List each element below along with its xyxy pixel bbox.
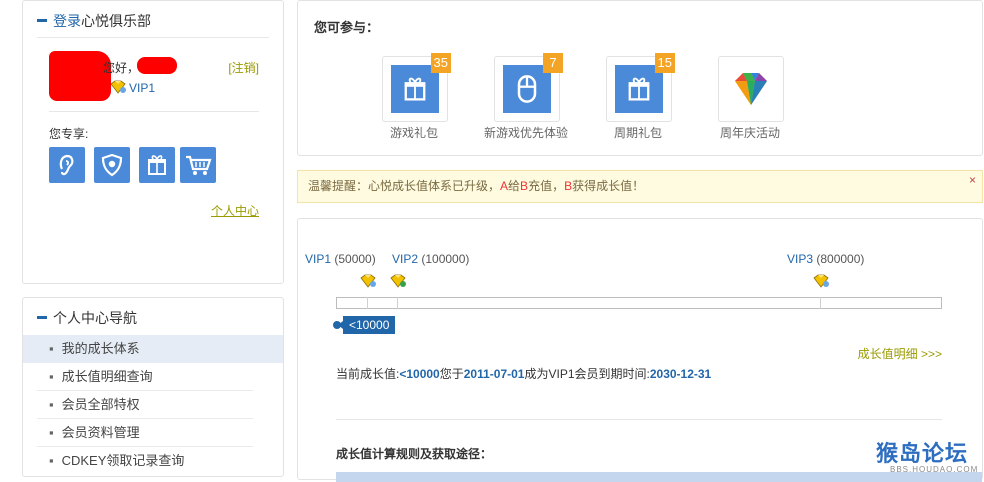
- count-badge: 15: [654, 53, 675, 73]
- vip-level-value: (100000): [421, 252, 470, 266]
- collapse-dash-icon: [37, 315, 47, 319]
- collapse-dash-icon: [37, 18, 47, 22]
- vip-milestone: VIP1 (50000): [305, 252, 376, 266]
- vip-diamond-icon: [359, 274, 377, 291]
- login-link[interactable]: 登录: [53, 13, 81, 29]
- nav-item-label: 会员全部特权: [61, 397, 140, 412]
- vip-level-name: VIP1: [305, 252, 332, 266]
- nav-title-label: 个人中心导航: [53, 310, 137, 326]
- avatar: [49, 51, 111, 101]
- personal-center-link[interactable]: 个人中心: [211, 202, 259, 219]
- nav-item-label: CDKEY领取记录查询: [61, 453, 185, 468]
- current-value-tag: <10000: [337, 316, 396, 334]
- watermark-logo: 猴岛论坛 BBS.HOUDAO.COM: [876, 436, 980, 474]
- vip-milestone: VIP3 (800000): [787, 252, 864, 266]
- close-icon[interactable]: ×: [969, 165, 976, 196]
- club-name: 心悦俱乐部: [81, 13, 151, 29]
- milestone-tick: [397, 297, 398, 309]
- divider: [37, 37, 269, 38]
- greeting: 您好，: [103, 61, 140, 75]
- nav-item-privileges[interactable]: ▪ 会员全部特权: [23, 391, 283, 419]
- vip-diamond-icon: [389, 274, 407, 291]
- vip-diamond-icon: [109, 80, 127, 97]
- activity-periodic-gift[interactable]: 15: [606, 53, 675, 122]
- nav-item-growth-system[interactable]: ▪ 我的成长体系: [23, 335, 283, 363]
- growth-status: 当前成长值:<10000您于2011-07-01成为VIP1会员到期时间:203…: [336, 365, 711, 382]
- vip-level-name: VIP3: [787, 252, 814, 266]
- vip-milestone: VIP2 (100000): [392, 252, 469, 266]
- nav-item-label: 会员资料管理: [61, 425, 140, 440]
- divider: [49, 111, 259, 112]
- status-text: 成为VIP1会员到期时间:: [524, 367, 650, 381]
- nav-item-cdkey[interactable]: ▪ CDKEY领取记录查询: [23, 447, 283, 475]
- exclusive-label: 您专享:: [49, 127, 89, 141]
- participate-panel: 您可参与： 35 游戏礼包 7 新游戏优先体验 15 周期礼包 周年庆活动: [297, 0, 983, 156]
- participate-title: 您可参与：: [314, 20, 380, 35]
- username: [137, 57, 177, 74]
- vip-level: VIP1: [129, 81, 156, 95]
- growth-progress-bar: [336, 297, 942, 309]
- activity-game-gift[interactable]: 35: [382, 53, 451, 122]
- activity-label: 周年庆活动: [719, 126, 780, 140]
- cart-icon[interactable]: [180, 147, 216, 183]
- count-badge: 35: [430, 53, 451, 73]
- watermark-subtext: BBS.HOUDAO.COM: [890, 465, 979, 474]
- login-panel: 登录心悦俱乐部 您好， [注销] VIP1 您专享: 个人中心: [22, 0, 284, 284]
- gift-icon[interactable]: [139, 147, 175, 183]
- vip-level-value: (800000): [816, 252, 865, 266]
- logout-link[interactable]: [注销]: [228, 59, 259, 76]
- status-value: <10000: [399, 367, 440, 381]
- shield-icon[interactable]: [94, 147, 130, 183]
- nav-item-profile[interactable]: ▪ 会员资料管理: [23, 419, 283, 447]
- notice-highlight: B: [564, 179, 573, 193]
- nav-item-label: 成长值明细查询: [61, 369, 153, 384]
- rules-title: 成长值计算规则及获取途径：: [336, 447, 493, 461]
- diamond-icon: [727, 65, 775, 113]
- nav-item-label: 我的成长体系: [61, 341, 140, 356]
- status-expire-date: 2030-12-31: [649, 367, 712, 381]
- notice-text: 温馨提醒：心悦成长值体系已升级，: [308, 179, 501, 193]
- ear-service-icon[interactable]: [49, 147, 85, 183]
- activity-label: 游戏礼包: [389, 126, 438, 140]
- activity-anniversary[interactable]: [718, 56, 784, 122]
- notice-highlight: B: [520, 179, 529, 193]
- status-date: 2011-07-01: [463, 367, 525, 381]
- activity-label: 新游戏优先体验: [483, 126, 568, 140]
- nav-panel: 个人中心导航 ▪ 我的成长体系 ▪ 成长值明细查询 ▪ 会员全部特权 ▪ 会员资料管理 …: [22, 297, 284, 477]
- notice-text: 获得成长值！: [572, 179, 645, 193]
- activity-label: 周期礼包: [613, 126, 662, 140]
- growth-detail-link[interactable]: 成长值明细 >>>: [858, 345, 942, 362]
- vip-level-value: (50000): [334, 252, 376, 266]
- milestone-tick: [820, 297, 821, 309]
- nav-item-growth-detail[interactable]: ▪ 成长值明细查询: [23, 363, 283, 391]
- notice-highlight: A: [500, 179, 509, 193]
- notice-bar: 温馨提醒：心悦成长值体系已升级，A给B充值，B获得成长值！ ×: [297, 170, 983, 203]
- nav-panel-title: 个人中心导航: [37, 308, 137, 328]
- login-panel-title: 登录心悦俱乐部: [37, 11, 151, 31]
- count-badge: 7: [543, 53, 563, 73]
- notice-text: 充值，: [528, 179, 565, 193]
- notice-text: 给: [508, 179, 521, 193]
- milestone-tick: [367, 297, 368, 309]
- activity-new-game[interactable]: 7: [494, 53, 563, 122]
- divider: [336, 419, 942, 420]
- vip-level-name: VIP2: [392, 252, 419, 266]
- status-text: 您于: [439, 367, 464, 381]
- vip-diamond-icon: [812, 274, 830, 291]
- status-text: 当前成长值:: [336, 367, 400, 381]
- watermark-text: 猴岛论坛: [876, 441, 969, 466]
